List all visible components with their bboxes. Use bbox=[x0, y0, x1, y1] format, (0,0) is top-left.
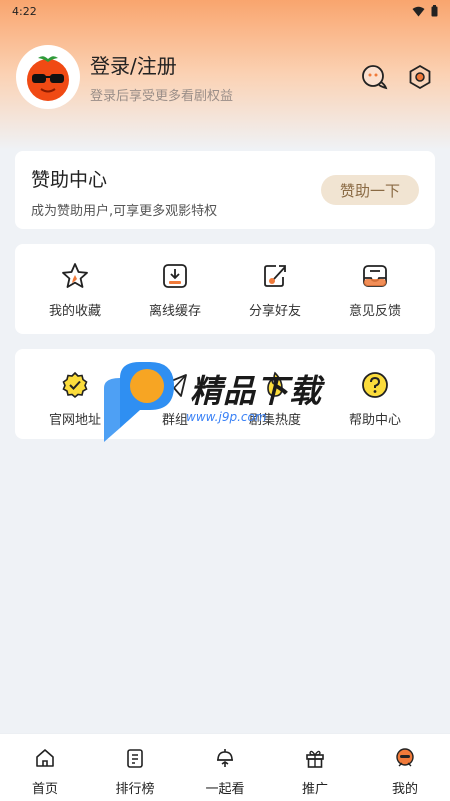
favorites-item[interactable]: 我的收藏 bbox=[25, 260, 125, 319]
fire-icon bbox=[259, 369, 291, 401]
nav-promotion[interactable]: 推广 bbox=[270, 734, 360, 801]
share-friends-item[interactable]: 分享好友 bbox=[225, 260, 325, 319]
bottom-navigation: 首页 排行榜 一起看 推广 我的 bbox=[0, 733, 450, 801]
gift-icon bbox=[303, 746, 327, 770]
nav-mine[interactable]: 我的 bbox=[360, 734, 450, 801]
sponsor-card: 赞助中心 成为赞助用户,可享更多观影特权 赞助一下 bbox=[15, 151, 435, 229]
tomato-sunglasses-icon bbox=[27, 56, 69, 101]
avatar[interactable] bbox=[16, 45, 80, 109]
settings-icon[interactable] bbox=[406, 63, 434, 91]
feature-card-2: 官网地址 群组 剧集热度 帮助中心 bbox=[15, 349, 435, 439]
home-icon bbox=[33, 746, 57, 770]
ranking-icon bbox=[123, 746, 147, 770]
official-site-item[interactable]: 官网地址 bbox=[25, 369, 125, 428]
login-subtitle: 登录后享受更多看剧权益 bbox=[90, 89, 234, 104]
watch-together-icon bbox=[213, 746, 237, 770]
help-center-item[interactable]: 帮助中心 bbox=[325, 369, 425, 428]
download-icon bbox=[159, 260, 191, 292]
profile-icon bbox=[393, 746, 417, 770]
nav-watch-together[interactable]: 一起看 bbox=[180, 734, 270, 801]
message-icon[interactable] bbox=[360, 63, 388, 91]
feedback-item[interactable]: 意见反馈 bbox=[325, 260, 425, 319]
group-item[interactable]: 群组 bbox=[125, 369, 225, 428]
paper-plane-icon bbox=[159, 369, 191, 401]
status-bar: 4:22 bbox=[0, 0, 450, 22]
verified-badge-icon bbox=[59, 369, 91, 401]
star-icon bbox=[59, 260, 91, 292]
nav-home[interactable]: 首页 bbox=[0, 734, 90, 801]
feature-card-1: 我的收藏 离线缓存 分享好友 意见反馈 bbox=[15, 244, 435, 334]
wifi-icon bbox=[412, 6, 425, 16]
login-register-title[interactable]: 登录/注册 bbox=[90, 50, 360, 79]
feedback-inbox-icon bbox=[359, 260, 391, 292]
offline-cache-item[interactable]: 离线缓存 bbox=[125, 260, 225, 319]
profile-header[interactable]: 登录/注册 登录后享受更多看剧权益 bbox=[16, 44, 434, 110]
battery-icon bbox=[431, 5, 438, 17]
question-icon bbox=[359, 369, 391, 401]
status-time: 4:22 bbox=[12, 4, 37, 18]
nav-ranking[interactable]: 排行榜 bbox=[90, 734, 180, 801]
share-icon bbox=[259, 260, 291, 292]
sponsor-button[interactable]: 赞助一下 bbox=[321, 175, 419, 205]
series-popularity-item[interactable]: 剧集热度 bbox=[225, 369, 325, 428]
